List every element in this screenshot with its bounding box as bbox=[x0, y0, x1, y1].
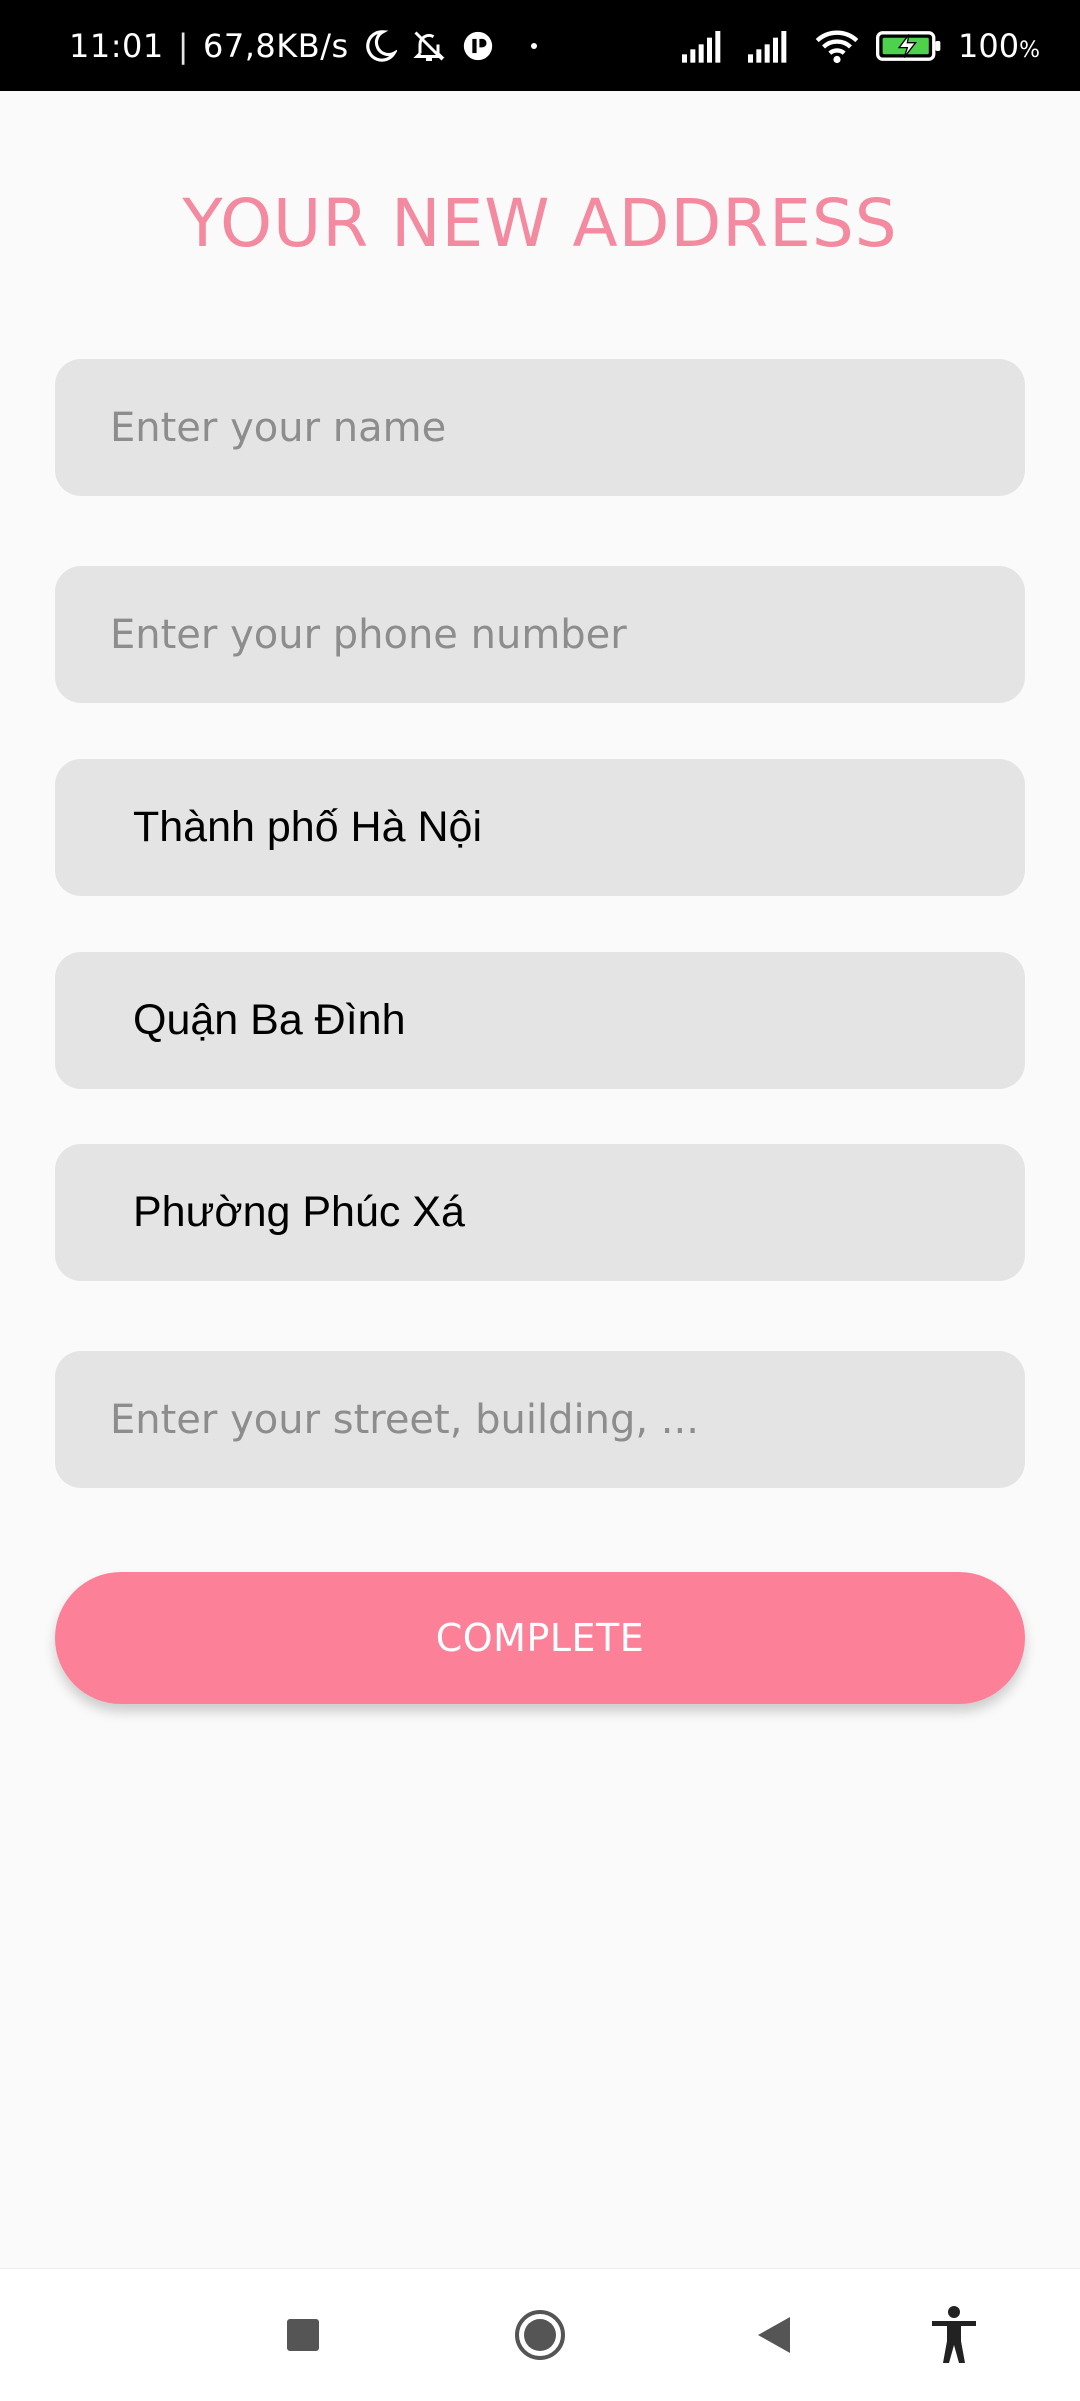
name-input[interactable] bbox=[55, 359, 1025, 496]
more-notifications-dot-icon bbox=[530, 42, 537, 49]
complete-button-label: COMPLETE bbox=[435, 1616, 645, 1660]
battery-charging-icon bbox=[876, 29, 942, 63]
app-notification-icon bbox=[461, 29, 495, 63]
back-triangle-icon bbox=[756, 2315, 792, 2355]
battery-percent: 100 bbox=[958, 26, 1020, 65]
page-title: YOUR NEW ADDRESS bbox=[182, 185, 898, 262]
phone-input[interactable] bbox=[55, 566, 1025, 703]
name-field[interactable] bbox=[55, 359, 1025, 496]
accessibility-icon bbox=[929, 2305, 979, 2365]
status-separator: | bbox=[177, 26, 189, 65]
battery-level: 100% bbox=[958, 27, 1040, 65]
network-speed: 67,8KB/s bbox=[203, 26, 349, 65]
city-dropdown[interactable]: Thành phố Hà Nội bbox=[55, 759, 1025, 896]
ward-dropdown[interactable]: Phường Phúc Xá bbox=[55, 1144, 1025, 1281]
signal-icon bbox=[748, 29, 798, 63]
home-circle-icon bbox=[514, 2309, 566, 2361]
status-bar: 11:01 | 67,8KB/s 100% bbox=[0, 0, 1080, 91]
home-button[interactable] bbox=[480, 2269, 600, 2401]
status-right: 100% bbox=[682, 27, 1040, 65]
battery-unit: % bbox=[1019, 37, 1040, 63]
district-dropdown[interactable]: Quận Ba Đình bbox=[55, 952, 1025, 1089]
wifi-icon bbox=[814, 28, 860, 64]
complete-button[interactable]: COMPLETE bbox=[55, 1572, 1025, 1704]
recents-button[interactable] bbox=[243, 2269, 363, 2401]
moon-icon bbox=[363, 29, 397, 63]
system-navigation-bar bbox=[0, 2268, 1080, 2401]
status-left: 11:01 | 67,8KB/s bbox=[69, 27, 537, 65]
ward-selected-value: Phường Phúc Xá bbox=[133, 1188, 465, 1236]
phone-field[interactable] bbox=[55, 566, 1025, 703]
status-time: 11:01 bbox=[69, 26, 164, 65]
square-icon bbox=[286, 2318, 320, 2352]
back-button[interactable] bbox=[714, 2269, 834, 2401]
bell-off-icon bbox=[411, 28, 447, 64]
street-input[interactable] bbox=[55, 1351, 1025, 1488]
street-field[interactable] bbox=[55, 1351, 1025, 1488]
accessibility-button[interactable] bbox=[894, 2269, 1014, 2401]
district-selected-value: Quận Ba Đình bbox=[133, 996, 406, 1044]
city-selected-value: Thành phố Hà Nội bbox=[133, 803, 482, 851]
signal-icon bbox=[682, 29, 732, 63]
